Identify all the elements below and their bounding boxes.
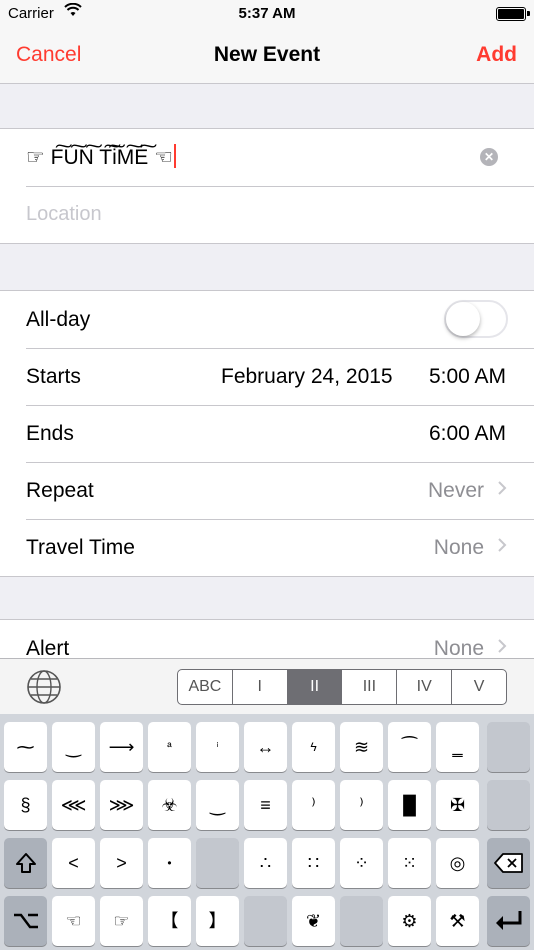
keyboard-page-selector: ABC I II III IV V (177, 669, 507, 705)
symbol-key[interactable]: ✠ (436, 780, 479, 830)
starts-time: 5:00 AM (428, 365, 506, 388)
globe-icon[interactable] (26, 669, 62, 705)
symbol-key[interactable]: ⁘ (340, 838, 383, 888)
symbol-keyboard: ABC I II III IV V ⁓ ‿ ⟶ ª ⁱ ↔ ϟ ≋ ⁀ ‗ § … (0, 658, 534, 950)
symbol-key[interactable]: • (148, 838, 191, 888)
symbol-key[interactable]: ⁙ (388, 838, 431, 888)
symbol-key[interactable]: 【 (148, 896, 191, 946)
segment-ii[interactable]: II (287, 670, 343, 704)
symbol-key[interactable]: ⋘ (52, 780, 95, 830)
repeat-label: Repeat (26, 479, 94, 502)
clear-text-icon[interactable]: ✕ (480, 148, 498, 166)
shift-key[interactable] (4, 838, 47, 888)
title-field-value: ☞ F͠U͠N͠ T͠i͠M͠E͠ ☜ (26, 146, 173, 169)
ends-label: Ends (26, 422, 74, 445)
symbol-key[interactable]: ∷ (292, 838, 335, 888)
add-button[interactable]: Add (476, 43, 517, 67)
chevron-right-icon (497, 479, 507, 502)
starts-date: February 24, 2015 (221, 365, 393, 388)
symbol-key[interactable]: ‗ (436, 722, 479, 772)
location-row[interactable]: Location (0, 186, 534, 243)
symbol-key[interactable]: § (4, 780, 47, 830)
navigation-bar: Cancel New Event Add (0, 28, 534, 84)
travel-time-value: None (433, 536, 484, 559)
travel-time-row[interactable]: Travel Time None (0, 519, 534, 576)
empty-key (487, 780, 530, 830)
symbol-key[interactable]: ⚒ (436, 896, 479, 946)
chevron-right-icon (497, 536, 507, 559)
page-title: New Event (213, 43, 321, 66)
empty-key (244, 896, 287, 946)
ends-row[interactable]: Ends 6:00 AM (0, 405, 534, 462)
symbol-key[interactable]: ≋ (340, 722, 383, 772)
title-location-group: ☞ F͠U͠N͠ T͠i͠M͠E͠ ☜ ✕ Location (0, 128, 534, 244)
symbol-key[interactable]: 】 (196, 896, 239, 946)
empty-key (487, 722, 530, 772)
symbol-key[interactable]: ª (148, 722, 191, 772)
symbol-key[interactable]: > (100, 838, 143, 888)
symbol-key[interactable]: ⁾ (340, 780, 383, 830)
option-icon (13, 913, 38, 929)
repeat-row[interactable]: Repeat Never (0, 462, 534, 519)
allday-row: All-day (0, 291, 534, 348)
keyboard-toolbar: ABC I II III IV V (0, 658, 534, 714)
starts-row[interactable]: Starts February 24, 2015 5:00 AM (0, 348, 534, 405)
allday-label: All-day (26, 308, 91, 331)
symbol-key[interactable]: ⁓ (4, 722, 47, 772)
symbol-key[interactable]: ❦ (292, 896, 335, 946)
backspace-key[interactable] (487, 838, 530, 888)
status-time: 5:37 AM (238, 5, 296, 22)
segment-i[interactable]: I (233, 670, 288, 704)
segment-v[interactable]: V (452, 670, 506, 704)
empty-key (340, 896, 383, 946)
symbol-key[interactable]: ⋙ (100, 780, 143, 830)
return-icon (495, 911, 521, 930)
empty-key (196, 838, 239, 888)
details-group: All-day Starts February 24, 2015 5:00 AM… (0, 290, 534, 577)
symbol-key[interactable]: ◎ (436, 838, 479, 888)
symbol-key[interactable]: < (52, 838, 95, 888)
allday-toggle[interactable] (444, 300, 508, 338)
symbol-key[interactable]: ≡ (244, 780, 287, 830)
symbol-key[interactable]: ϟ (292, 722, 335, 772)
return-key[interactable] (487, 896, 530, 946)
symbol-key[interactable]: ↔ (244, 722, 287, 772)
ends-time: 6:00 AM (428, 422, 506, 445)
segment-abc[interactable]: ABC (178, 670, 233, 704)
option-key[interactable] (4, 896, 47, 946)
symbol-key[interactable]: ‿ (196, 780, 239, 830)
symbol-key[interactable]: ‿ (52, 722, 95, 772)
repeat-value: Never (427, 479, 484, 502)
shift-icon (15, 853, 36, 873)
symbol-key[interactable]: ⟶ (100, 722, 143, 772)
backspace-icon (493, 853, 523, 873)
starts-label: Starts (26, 365, 81, 388)
toggle-knob (446, 302, 480, 336)
biohazard-key[interactable]: ☣ (148, 780, 191, 830)
symbol-key[interactable]: ⚙ (388, 896, 431, 946)
text-cursor (173, 144, 176, 168)
symbol-key[interactable]: ⁾ (292, 780, 335, 830)
status-bar: Carrier 5:37 AM (0, 0, 534, 28)
travel-time-label: Travel Time (26, 536, 135, 559)
symbol-key[interactable]: ⁱ (196, 722, 239, 772)
symbol-key[interactable]: █ (388, 780, 431, 830)
symbol-key[interactable]: ☜ (52, 896, 95, 946)
location-field[interactable]: Location (26, 203, 102, 226)
title-row[interactable]: ☞ F͠U͠N͠ T͠i͠M͠E͠ ☜ ✕ (0, 129, 534, 186)
segment-iv[interactable]: IV (397, 670, 453, 704)
chevron-right-icon (497, 637, 507, 660)
symbol-key[interactable]: ∴ (244, 838, 287, 888)
battery-icon (496, 7, 530, 21)
symbol-key[interactable]: ⁀ (388, 722, 431, 772)
symbol-key[interactable]: ☞ (100, 896, 143, 946)
title-field[interactable]: ☞ F͠U͠N͠ T͠i͠M͠E͠ ☜ (26, 144, 176, 170)
segment-iii[interactable]: III (342, 670, 398, 704)
